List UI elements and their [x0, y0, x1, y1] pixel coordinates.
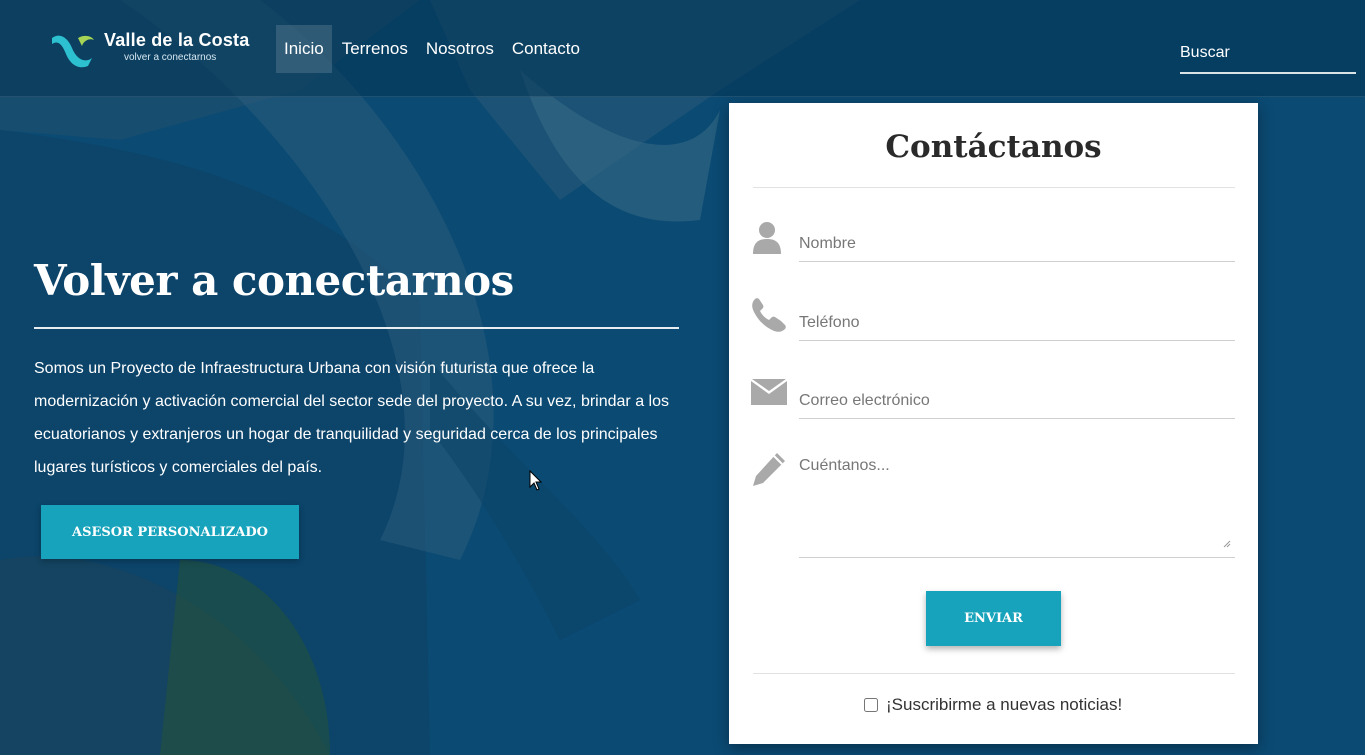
mouse-cursor-icon: [529, 470, 543, 491]
subscribe-option[interactable]: ¡Suscribirme a nuevas noticias!: [864, 695, 1122, 715]
main-menu: Inicio Terrenos Nosotros Contacto: [276, 25, 590, 73]
name-field[interactable]: [799, 227, 1235, 262]
email-field[interactable]: [799, 384, 1235, 419]
envelope-icon: [751, 379, 787, 405]
message-field[interactable]: [799, 457, 1235, 558]
brand-name: Valle de la Costa: [104, 30, 250, 50]
brand[interactable]: Valle de la Costa volver a conectarnos: [104, 30, 249, 63]
subscribe-checkbox[interactable]: [864, 698, 878, 712]
contact-title: Contáctanos: [885, 129, 1102, 165]
resize-grip-icon[interactable]: [1223, 540, 1231, 548]
brand-logo-icon[interactable]: [50, 30, 98, 70]
contact-divider-bottom: [753, 673, 1235, 674]
contact-divider: [753, 187, 1235, 188]
user-icon: [753, 222, 781, 254]
top-navbar: Valle de la Costa volver a conectarnos I…: [0, 0, 1365, 97]
asesor-personalizado-button[interactable]: ASESOR PERSONALIZADO: [41, 505, 299, 559]
hero-description: Somos un Proyecto de Infraestructura Urb…: [34, 360, 669, 476]
pencil-icon: [753, 453, 785, 486]
subscribe-label: ¡Suscribirme a nuevas noticias!: [886, 695, 1123, 714]
hero-title: Volver a conectarnos: [34, 256, 514, 305]
hero-divider: [34, 327, 679, 329]
nav-item-contacto[interactable]: Contacto: [504, 25, 588, 73]
brand-tagline: volver a conectarnos: [124, 52, 217, 63]
nav-item-inicio[interactable]: Inicio: [276, 25, 332, 73]
phone-icon: [752, 298, 786, 332]
search-input[interactable]: [1180, 34, 1356, 74]
send-button[interactable]: ENVIAR: [926, 591, 1061, 646]
contact-form-card: Contáctanos ENVIAR ¡Suscribirme a nuevas…: [729, 103, 1258, 744]
nav-item-nosotros[interactable]: Nosotros: [418, 25, 502, 73]
nav-item-terrenos[interactable]: Terrenos: [334, 25, 416, 73]
phone-field[interactable]: [799, 306, 1235, 341]
